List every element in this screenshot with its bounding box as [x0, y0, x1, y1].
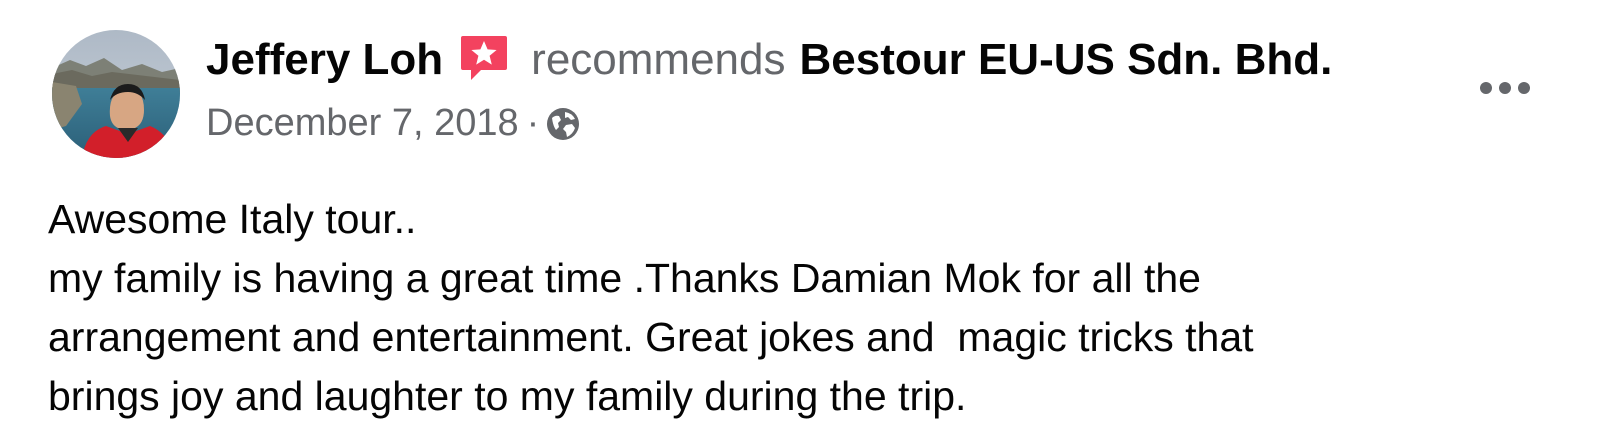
- avatar[interactable]: [52, 30, 180, 158]
- post-card: Jeffery Loh recommends Bestour EU-US Sdn…: [0, 0, 1612, 446]
- author-name-link[interactable]: Jeffery Loh: [206, 32, 443, 88]
- post-text: Awesome Italy tour.. my family is having…: [48, 190, 1588, 426]
- post-timestamp-link[interactable]: December 7, 2018: [206, 102, 519, 145]
- recommends-label: recommends: [531, 35, 786, 84]
- post-text-line: arrangement and entertainment. Great jok…: [48, 314, 1254, 360]
- recommendation-star-icon: [459, 34, 509, 82]
- page-name-link[interactable]: Bestour EU-US Sdn. Bhd.: [799, 32, 1332, 88]
- post-meta: December 7, 2018 ·: [206, 98, 581, 148]
- post-header: Jeffery Loh recommends Bestour EU-US Sdn…: [206, 32, 1332, 88]
- more-options-icon[interactable]: [1470, 70, 1540, 106]
- post-text-line: my family is having a great time .Thanks…: [48, 255, 1201, 301]
- globe-icon[interactable]: [545, 106, 581, 142]
- avatar-photo: [52, 30, 180, 158]
- meta-separator: ·: [526, 101, 540, 144]
- post-text-line: brings joy and laughter to my family dur…: [48, 373, 967, 419]
- post-text-line: Awesome Italy tour..: [48, 196, 417, 242]
